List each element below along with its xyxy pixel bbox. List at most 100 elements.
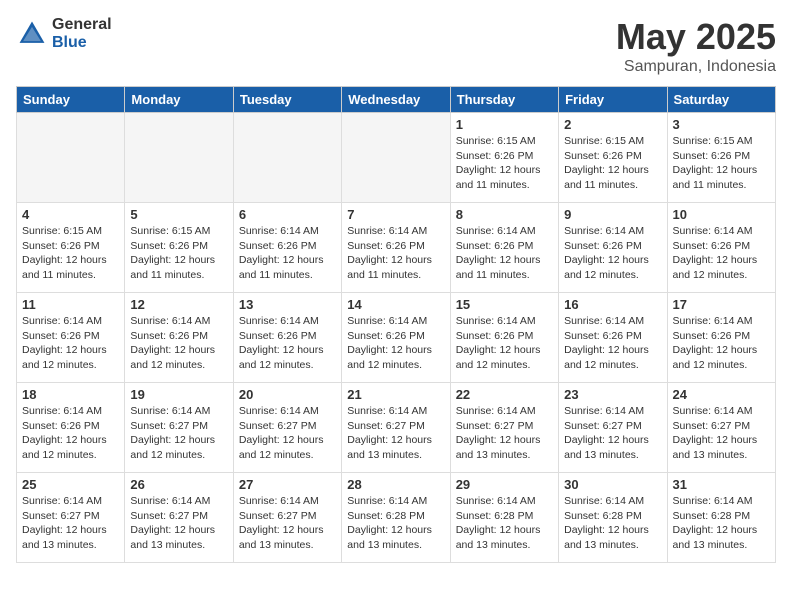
cal-cell-empty-0-2 [233,113,341,203]
cell-info: Sunrise: 6:14 AM Sunset: 6:26 PM Dayligh… [456,224,553,283]
day-header-monday: Monday [125,87,233,113]
day-number: 21 [347,387,444,402]
calendar-table: SundayMondayTuesdayWednesdayThursdayFrid… [16,86,776,563]
cal-cell-13: 13 Sunrise: 6:14 AM Sunset: 6:26 PM Dayli… [233,293,341,383]
cal-cell-28: 28 Sunrise: 6:14 AM Sunset: 6:28 PM Dayli… [342,473,450,563]
cell-info: Sunrise: 6:14 AM Sunset: 6:26 PM Dayligh… [564,314,661,373]
cell-info: Sunrise: 6:14 AM Sunset: 6:26 PM Dayligh… [347,224,444,283]
cal-cell-19: 19Sunrise: 6:14 AM Sunset: 6:27 PM Dayli… [125,383,233,473]
cal-cell-27: 27Sunrise: 6:14 AM Sunset: 6:27 PM Dayli… [233,473,341,563]
cell-info: Sunrise: 6:14 AM Sunset: 6:26 PM Dayligh… [347,314,444,373]
cal-cell-3: 3Sunrise: 6:15 AM Sunset: 6:26 PM Daylig… [667,113,775,203]
cell-info: Sunrise: 6:14 AM Sunset: 6:26 PM Dayligh… [564,224,661,283]
cal-cell-22: 22 Sunrise: 6:14 AM Sunset: 6:27 PM Dayli… [450,383,558,473]
cal-cell-5: 5 Sunrise: 6:15 AM Sunset: 6:26 PM Daylig… [125,203,233,293]
logo-text: General Blue [52,16,112,51]
day-number: 23 [564,387,661,402]
cal-cell-20: 20Sunrise: 6:14 AM Sunset: 6:27 PM Dayli… [233,383,341,473]
cell-info: Sunrise: 6:14 AM Sunset: 6:26 PM Dayligh… [22,404,119,463]
day-number: 1 [456,117,553,132]
cal-cell-29: 29Sunrise: 6:14 AM Sunset: 6:28 PM Dayli… [450,473,558,563]
day-header-wednesday: Wednesday [342,87,450,113]
cal-cell-empty-0-3 [342,113,450,203]
day-number: 26 [130,477,227,492]
day-number: 27 [239,477,336,492]
day-number: 18 [22,387,119,402]
day-number: 5 [130,207,227,222]
day-header-saturday: Saturday [667,87,775,113]
day-number: 12 [130,297,227,312]
cell-info: Sunrise: 6:15 AM Sunset: 6:26 PM Dayligh… [564,134,661,193]
day-number: 8 [456,207,553,222]
day-number: 25 [22,477,119,492]
cal-cell-12: 12 Sunrise: 6:14 AM Sunset: 6:26 PM Dayli… [125,293,233,383]
page-subtitle: Sampuran, Indonesia [616,58,776,76]
day-number: 24 [673,387,770,402]
page-header: General Blue May 2025 Sampuran, Indonesi… [16,16,776,76]
cal-cell-10: 10 Sunrise: 6:14 AM Sunset: 6:26 PM Dayli… [667,203,775,293]
week-row-1: 1 Sunrise: 6:15 AM Sunset: 6:26 PM Daylig… [17,113,776,203]
cell-info: Sunrise: 6:14 AM Sunset: 6:27 PM Dayligh… [673,404,770,463]
cell-info: Sunrise: 6:14 AM Sunset: 6:28 PM Dayligh… [564,494,661,553]
cell-info: Sunrise: 6:14 AM Sunset: 6:26 PM Dayligh… [239,314,336,373]
day-number: 4 [22,207,119,222]
logo-blue-label: Blue [52,34,112,52]
day-number: 11 [22,297,119,312]
day-header-thursday: Thursday [450,87,558,113]
day-number: 14 [347,297,444,312]
day-number: 30 [564,477,661,492]
day-number: 22 [456,387,553,402]
cell-info: Sunrise: 6:14 AM Sunset: 6:27 PM Dayligh… [239,404,336,463]
cell-info: Sunrise: 6:14 AM Sunset: 6:27 PM Dayligh… [347,404,444,463]
cal-cell-21: 21 Sunrise: 6:14 AM Sunset: 6:27 PM Dayli… [342,383,450,473]
cell-info: Sunrise: 6:14 AM Sunset: 6:27 PM Dayligh… [456,404,553,463]
day-header-tuesday: Tuesday [233,87,341,113]
cell-info: Sunrise: 6:15 AM Sunset: 6:26 PM Dayligh… [22,224,119,283]
cal-cell-15: 15 Sunrise: 6:14 AM Sunset: 6:26 PM Dayli… [450,293,558,383]
header-row: SundayMondayTuesdayWednesdayThursdayFrid… [17,87,776,113]
day-number: 16 [564,297,661,312]
day-number: 10 [673,207,770,222]
day-number: 15 [456,297,553,312]
cal-cell-4: 4 Sunrise: 6:15 AM Sunset: 6:26 PM Daylig… [17,203,125,293]
logo-icon [16,18,48,50]
cal-cell-14: 14 Sunrise: 6:14 AM Sunset: 6:26 PM Dayli… [342,293,450,383]
day-number: 29 [456,477,553,492]
day-number: 19 [130,387,227,402]
cell-info: Sunrise: 6:14 AM Sunset: 6:28 PM Dayligh… [347,494,444,553]
cal-cell-1: 1 Sunrise: 6:15 AM Sunset: 6:26 PM Daylig… [450,113,558,203]
page-title: May 2025 [616,16,776,58]
cell-info: Sunrise: 6:14 AM Sunset: 6:27 PM Dayligh… [564,404,661,463]
day-header-friday: Friday [559,87,667,113]
cell-info: Sunrise: 6:14 AM Sunset: 6:28 PM Dayligh… [673,494,770,553]
cal-cell-empty-0-1 [125,113,233,203]
title-block: May 2025 Sampuran, Indonesia [616,16,776,76]
week-row-4: 18 Sunrise: 6:14 AM Sunset: 6:26 PM Dayli… [17,383,776,473]
day-number: 13 [239,297,336,312]
cal-cell-18: 18 Sunrise: 6:14 AM Sunset: 6:26 PM Dayli… [17,383,125,473]
cal-cell-25: 25Sunrise: 6:14 AM Sunset: 6:27 PM Dayli… [17,473,125,563]
cal-cell-6: 6Sunrise: 6:14 AM Sunset: 6:26 PM Daylig… [233,203,341,293]
cal-cell-31: 31 Sunrise: 6:14 AM Sunset: 6:28 PM Dayli… [667,473,775,563]
day-number: 17 [673,297,770,312]
day-number: 9 [564,207,661,222]
day-number: 31 [673,477,770,492]
cal-cell-16: 16 Sunrise: 6:14 AM Sunset: 6:26 PM Dayli… [559,293,667,383]
logo-general-label: General [52,16,112,34]
cell-info: Sunrise: 6:14 AM Sunset: 6:26 PM Dayligh… [22,314,119,373]
cell-info: Sunrise: 6:14 AM Sunset: 6:27 PM Dayligh… [130,494,227,553]
cell-info: Sunrise: 6:14 AM Sunset: 6:26 PM Dayligh… [130,314,227,373]
week-row-5: 25 Sunrise: 6:14 AM Sunset: 6:27 PM Dayli… [17,473,776,563]
cell-info: Sunrise: 6:14 AM Sunset: 6:26 PM Dayligh… [673,314,770,373]
cell-info: Sunrise: 6:15 AM Sunset: 6:26 PM Dayligh… [456,134,553,193]
cell-info: Sunrise: 6:15 AM Sunset: 6:26 PM Dayligh… [130,224,227,283]
cell-info: Sunrise: 6:14 AM Sunset: 6:26 PM Dayligh… [456,314,553,373]
day-number: 7 [347,207,444,222]
day-header-sunday: Sunday [17,87,125,113]
cell-info: Sunrise: 6:14 AM Sunset: 6:26 PM Dayligh… [673,224,770,283]
cal-cell-11: 11 Sunrise: 6:14 AM Sunset: 6:26 PM Dayli… [17,293,125,383]
cal-cell-empty-0-0 [17,113,125,203]
cal-cell-7: 7 Sunrise: 6:14 AM Sunset: 6:26 PM Daylig… [342,203,450,293]
day-number: 28 [347,477,444,492]
day-number: 2 [564,117,661,132]
